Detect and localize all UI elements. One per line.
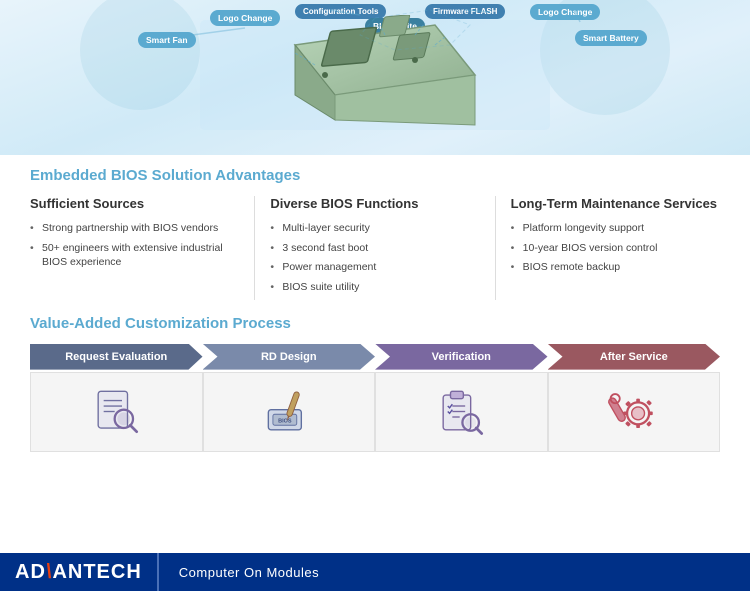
- col3-bullet-1: Platform longevity support: [511, 221, 720, 236]
- connector-lines: [0, 0, 750, 155]
- col2-title: Diverse BIOS Functions: [270, 196, 479, 213]
- col2-bullet-3: Power management: [270, 260, 479, 275]
- step2-icon-area: BIOS: [203, 372, 376, 452]
- step4-icon-area: [548, 372, 721, 452]
- step1-icon-area: [30, 372, 203, 452]
- brand-logo: AD\ANTECH: [0, 553, 158, 591]
- col2-bullet-4: BIOS suite utility: [270, 280, 479, 295]
- step1-header: Request Evaluation: [30, 344, 203, 370]
- col-sufficient-sources: Sufficient Sources Strong partnership wi…: [30, 196, 239, 300]
- divider-1: [254, 196, 255, 300]
- advantages-title: Embedded BIOS Solution Advantages: [30, 167, 720, 184]
- col3-bullet-2: 10-year BIOS version control: [511, 241, 720, 256]
- clipboard-check-icon: [434, 384, 489, 439]
- step3-icon-area: [375, 372, 548, 452]
- step2-label: RD Design: [261, 351, 317, 363]
- col-diverse-bios: Diverse BIOS Functions Multi-layer secur…: [270, 196, 479, 300]
- col1-bullet-1: Strong partnership with BIOS vendors: [30, 221, 239, 236]
- col1-title: Sufficient Sources: [30, 196, 239, 213]
- step4-header: After Service: [548, 344, 721, 370]
- step-request-evaluation: Request Evaluation: [30, 344, 203, 452]
- step-after-service: After Service: [548, 344, 721, 452]
- bios-chip-icon: BIOS: [261, 384, 316, 439]
- advantages-columns: Sufficient Sources Strong partnership wi…: [30, 196, 720, 300]
- bottom-bar: AD\ANTECH Computer On Modules: [0, 553, 750, 591]
- diagram-area: Smart Fan Logo Change Configuration Tool…: [0, 0, 750, 155]
- col2-bullet-2: 3 second fast boot: [270, 241, 479, 256]
- col3-title: Long-Term Maintenance Services: [511, 196, 720, 213]
- col3-bullet-3: BIOS remote backup: [511, 260, 720, 275]
- process-title: Value-Added Customization Process: [30, 315, 720, 332]
- brand-accent: \: [46, 561, 53, 583]
- col3-bullets: Platform longevity support 10-year BIOS …: [511, 221, 720, 275]
- step2-header: RD Design: [203, 344, 376, 370]
- brand-text: AD\ANTECH: [15, 561, 142, 584]
- col1-bullets: Strong partnership with BIOS vendors 50+…: [30, 221, 239, 270]
- col1-bullet-2: 50+ engineers with extensive industrial …: [30, 241, 239, 270]
- brand-subtitle: Computer On Modules: [159, 565, 339, 580]
- content-area: Embedded BIOS Solution Advantages Suffic…: [0, 155, 750, 462]
- divider-2: [495, 196, 496, 300]
- wrench-gear-icon: [606, 384, 661, 439]
- document-search-icon: [89, 384, 144, 439]
- step4-label: After Service: [600, 351, 668, 363]
- col2-bullets: Multi-layer security 3 second fast boot …: [270, 221, 479, 295]
- col-maintenance: Long-Term Maintenance Services Platform …: [511, 196, 720, 300]
- process-steps: Request Evaluation RD Design: [30, 344, 720, 452]
- step1-label: Request Evaluation: [65, 351, 167, 363]
- step-verification: Verification: [375, 344, 548, 452]
- col2-bullet-1: Multi-layer security: [270, 221, 479, 236]
- step-rd-design: RD Design BIOS: [203, 344, 376, 452]
- step3-label: Verification: [432, 351, 491, 363]
- svg-text:BIOS: BIOS: [278, 419, 292, 425]
- step3-header: Verification: [375, 344, 548, 370]
